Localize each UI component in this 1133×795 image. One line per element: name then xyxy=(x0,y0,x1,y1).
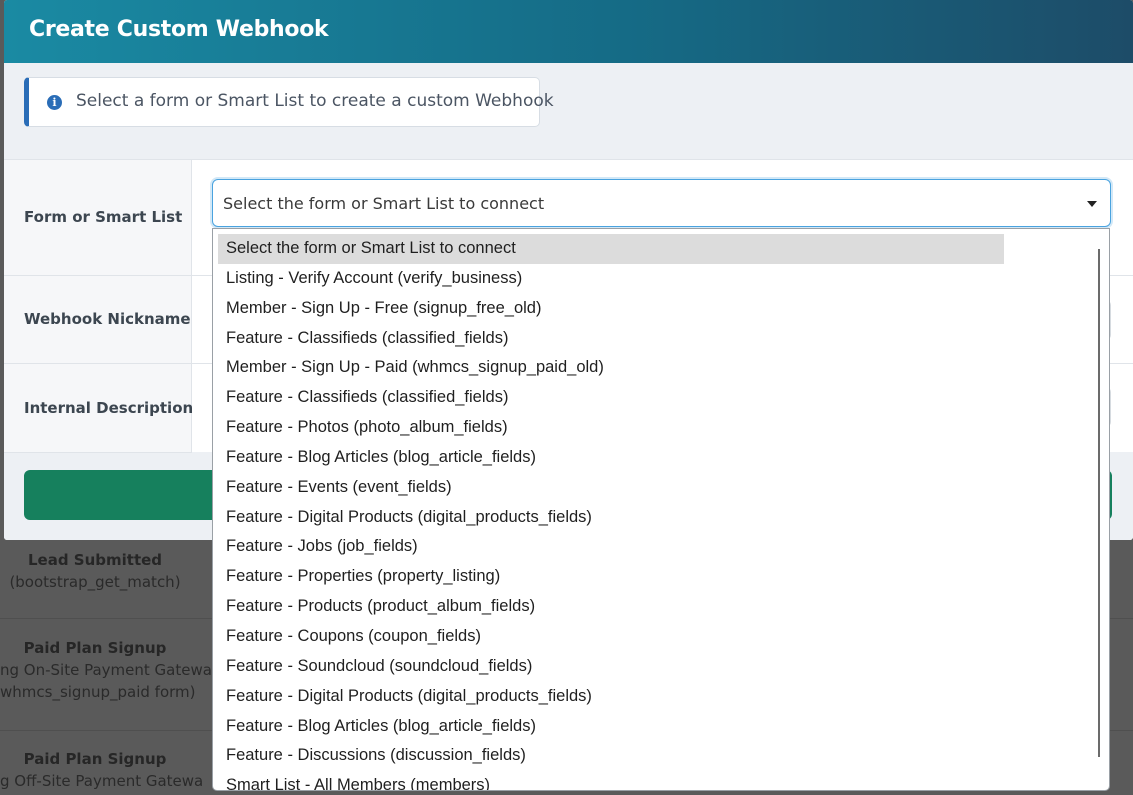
select-option[interactable]: Feature - Digital Products (digital_prod… xyxy=(218,682,1088,712)
select-option[interactable]: Feature - Classifieds (classified_fields… xyxy=(218,324,1088,354)
select-option[interactable]: Listing - Verify Account (verify_busines… xyxy=(218,264,1088,294)
background-row-title: Lead Submitted xyxy=(27,551,163,569)
select-option[interactable]: Select the form or Smart List to connect xyxy=(218,234,1004,264)
select-option[interactable]: Feature - Coupons (coupon_fields) xyxy=(218,622,1088,652)
background-row-subtitle-2: whmcs_signup_paid form) xyxy=(0,683,196,701)
options-list: Select the form or Smart List to connect… xyxy=(218,234,1088,790)
select-option[interactable]: Feature - Soundcloud (soundcloud_fields) xyxy=(218,652,1088,682)
form-or-smart-list-label: Form or Smart List xyxy=(24,208,183,226)
select-option[interactable]: Smart List - All Members (members) xyxy=(218,771,1088,790)
description-label-cell: Internal Description xyxy=(4,364,194,453)
select-option[interactable]: Feature - Blog Articles (blog_article_fi… xyxy=(218,443,1088,473)
info-alert-text: Select a form or Smart List to create a … xyxy=(76,91,554,111)
caret-down-icon xyxy=(1087,201,1097,207)
select-option[interactable]: Feature - Products (product_album_fields… xyxy=(218,592,1088,622)
nickname-label-cell: Webhook Nickname xyxy=(4,276,192,364)
background-row-paid-offsite: Paid Plan Signup g Off-Site Payment Gate… xyxy=(0,750,204,790)
select-option[interactable]: Member - Sign Up - Paid (whmcs_signup_pa… xyxy=(218,353,1088,383)
background-row-paid-onsite: Paid Plan Signup ng On-Site Payment Gate… xyxy=(0,639,212,701)
background-row-title: Paid Plan Signup xyxy=(23,639,167,657)
modal-header: Create Custom Webhook xyxy=(4,0,1133,63)
select-option[interactable]: Feature - Photos (photo_album_fields) xyxy=(218,413,1088,443)
select-option[interactable]: Member - Sign Up - Free (signup_free_old… xyxy=(218,294,1088,324)
info-alert: i Select a form or Smart List to create … xyxy=(24,77,554,127)
select-option[interactable]: Feature - Digital Products (digital_prod… xyxy=(218,503,1088,533)
select-option[interactable]: Feature - Blog Articles (blog_article_fi… xyxy=(218,712,1088,742)
select-option[interactable]: Feature - Jobs (job_fields) xyxy=(218,532,1088,562)
select-options-dropdown[interactable]: Select the form or Smart List to connect… xyxy=(212,228,1110,791)
form-label-cell: Form or Smart List xyxy=(4,160,192,276)
background-row-lead-submitted: Lead Submitted (bootstrap_get_match) xyxy=(0,551,190,591)
background-row-subtitle: ng On-Site Payment Gatewa xyxy=(0,661,212,679)
background-row-subtitle: (bootstrap_get_match) xyxy=(9,573,181,591)
background-row-title: Paid Plan Signup xyxy=(23,750,167,768)
select-option[interactable]: Feature - Properties (property_listing) xyxy=(218,562,1088,592)
info-circle-icon: i xyxy=(47,95,62,110)
internal-description-label: Internal Description xyxy=(24,399,194,417)
dropdown-scrollbar[interactable] xyxy=(1098,249,1100,757)
modal-title: Create Custom Webhook xyxy=(29,17,329,42)
form-or-smart-list-select[interactable]: Select the form or Smart List to connect xyxy=(212,179,1111,227)
webhook-nickname-label: Webhook Nickname xyxy=(24,310,191,328)
select-option[interactable]: Feature - Classifieds (classified_fields… xyxy=(218,383,1088,413)
background-row-subtitle: g Off-Site Payment Gatewa xyxy=(0,772,204,790)
select-option[interactable]: Feature - Discussions (discussion_fields… xyxy=(218,741,1088,771)
select-current-value: Select the form or Smart List to connect xyxy=(223,194,545,213)
select-option[interactable]: Feature - Events (event_fields) xyxy=(218,473,1088,503)
